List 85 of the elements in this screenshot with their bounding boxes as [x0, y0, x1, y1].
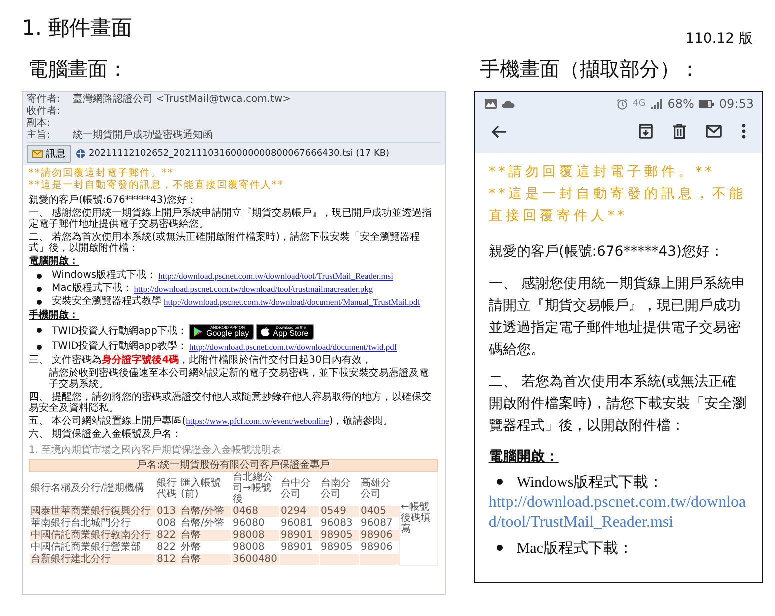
network-label: 4G	[633, 99, 646, 109]
table-cell: 台幣	[180, 530, 232, 542]
table-cell: 台幣	[180, 554, 232, 566]
table-cell: 中國信託商業銀行敦南分行	[30, 530, 156, 542]
more-vertical-icon	[742, 124, 746, 139]
warning-notice: **這是一封自動寄發的訊息，不能直接回覆寄件人**	[29, 180, 285, 192]
clock-time: 09:53	[719, 97, 754, 111]
version-label: 110.12 版	[686, 30, 753, 48]
bullet-icon	[37, 287, 42, 292]
section-heading: 電腦開啟：	[29, 256, 80, 268]
more-vertical-button[interactable]	[740, 122, 748, 141]
link[interactable]: http://download.pscnet.com.tw/download/tool/TrustMail_Reader.msi	[158, 270, 394, 282]
link[interactable]: https://www.pfcf.com.tw/event/webonline	[186, 416, 330, 426]
attachment-link[interactable]: 20211112102652_20211103160000000800067666430.tsi (17 KB)	[76, 149, 390, 159]
apple-icon	[261, 327, 270, 337]
mail-button[interactable]	[704, 123, 724, 140]
alarm-clock-icon	[617, 98, 628, 110]
paragraph: 二、 若您為首次使用本系統(或無法正確開啟附件檔案時)，請您下載安裝「安全瀏覽器程式」後，以開啟附件檔：	[29, 232, 421, 254]
section-heading: 手機開啟：	[29, 310, 80, 322]
link[interactable]: http://download.pscnet.com.tw/download/document/twid.pdf	[189, 341, 398, 353]
bullet-text: 安裝安全瀏覽器程式教學	[52, 296, 162, 308]
paragraph: 一、 感謝您使用統一期貨線上開戶系統申請開立『期貨交易帳戶』，現已開戶成功並透過指定電子郵件地址提供電子交易密碼給您。	[488, 275, 746, 360]
bullet-text: Windows版程式下載：	[516, 475, 664, 491]
warning-notice: **請勿回覆這封電子郵件。**	[29, 168, 175, 180]
link[interactable]: http://download.pscnet.com.tw/download/document/Manual_TrustMail.pdf	[164, 296, 421, 308]
bullet-text: TWID投資人行動網app教學：	[52, 341, 188, 353]
signal-icon	[650, 99, 663, 109]
link[interactable]: http://download.pscnet.com.tw/download/tool/TrustMail_Reader.msi	[488, 493, 750, 533]
paragraph: 四、 提醒您，請勿將您的密碼或憑證交付他人或隨意抄錄在他人容易取得的地方，以確保交易安全及資料隱私。	[29, 392, 434, 414]
table-cell: 台新銀行建北分行	[30, 554, 156, 566]
cloud-icon	[502, 100, 515, 108]
bullet-icon	[496, 544, 503, 551]
battery-percent: 68%	[668, 97, 694, 111]
bullet-text: Windows版程式下載：	[52, 270, 157, 282]
back-arrow-icon	[490, 124, 507, 138]
table-title: 戶名:統一期貨股份有限公司客戶保證金專戶	[30, 460, 438, 472]
section-heading: 手機畫面（擷取部分）：	[480, 56, 701, 83]
bullet-icon	[37, 345, 42, 350]
bullet-icon	[496, 478, 503, 485]
field-label: 主旨:	[27, 130, 52, 142]
table-cell: 台幣/外幣	[180, 506, 232, 518]
link[interactable]: http://download.pscnet.com.tw/download/tool/trustmailmacreader.pkg	[134, 283, 374, 295]
field-value: 統一期貨開戶成功暨密碼通知函	[73, 130, 213, 142]
column-header: 台北總公司→帳號後	[232, 472, 280, 506]
archive-button[interactable]	[637, 122, 655, 141]
battery-icon	[699, 100, 714, 108]
paragraph: 六、 期貨保證金入金帳號及戶名：	[29, 429, 184, 440]
mail-icon	[706, 125, 722, 138]
bullet-text: Mac版程式下載：	[52, 283, 132, 295]
envelope-icon	[32, 150, 43, 158]
bullet-text: Mac版程式下載：	[516, 541, 634, 557]
table-caption: 1. 至境內期貨市場之國內客戶期貨保證金入金帳號說明表	[29, 444, 283, 457]
table-cell: 3600480	[232, 554, 280, 566]
paragraph: 二、 若您為首次使用本系統(或無法正確開啟附件檔案時)，請您下載安裝「安全瀏覽器程式」後，以開啟附件檔：	[488, 373, 748, 436]
paragraph: 請您於收到密碼後儘速至本公司網站設定新的電子交易密碼，並下載安裝交易憑證及電子交易系統。	[48, 368, 430, 390]
paragraph: 三、 文件密碼為身分證字號後4碼，此附件檔限於信件交付日起30日內有效，	[29, 355, 373, 366]
page-title: 1. 郵件畫面	[22, 15, 133, 42]
paragraph: 一、 感謝您使用統一期貨線上開戶系統申請開立『期貨交易帳戶』，現已開戶成功並透過指定電子郵件地址提供電子交易密碼給您。	[29, 208, 434, 230]
image-icon	[484, 99, 497, 109]
message-button[interactable]: 訊息	[27, 145, 71, 163]
play-triangle-icon	[194, 327, 204, 337]
table-cell: 98008	[232, 530, 280, 542]
field-value: 臺灣網路認證公司 <TrustMail@twca.com.tw>	[73, 94, 292, 106]
table-note: ←帳號後碼填寫	[400, 472, 438, 566]
paragraph: 親愛的客戶(帳號:676*****43)您好：	[29, 195, 198, 206]
bullet-icon	[37, 300, 42, 305]
warning-notice: **這是一封自動寄發的訊息，不能直接回覆寄件人**	[488, 185, 748, 226]
column-header: 匯入帳號(前)	[180, 472, 232, 506]
table-cell: 國泰世華商業銀行復興分行	[30, 506, 156, 518]
bullet-icon	[37, 274, 42, 279]
trash-button[interactable]	[671, 122, 688, 141]
field-label: 收件者:	[27, 106, 62, 118]
trash-icon	[673, 124, 686, 139]
bullet-icon	[37, 328, 42, 333]
warning-notice: **請勿回覆這封電子郵件。**	[488, 163, 716, 182]
table-cell: 0468	[232, 506, 280, 518]
archive-icon	[639, 124, 653, 139]
column-header: 銀行名稱及分行/證期機構	[30, 472, 156, 506]
bullet-text: TWID投資人行動網app下載：	[52, 326, 188, 338]
field-label: 副本:	[27, 118, 52, 130]
section-heading: 電腦畫面：	[28, 56, 129, 83]
paragraph: 五、 本公司網站設置線上開戶專區(https://www.pfcf.com.tw/event/webonline)，敬請參閱。	[29, 416, 394, 427]
paragraph: 親愛的客戶(帳號:676*****43)您好：	[488, 243, 725, 262]
section-heading: 電腦開啟：	[488, 448, 560, 467]
field-label: 寄件者:	[27, 94, 62, 106]
